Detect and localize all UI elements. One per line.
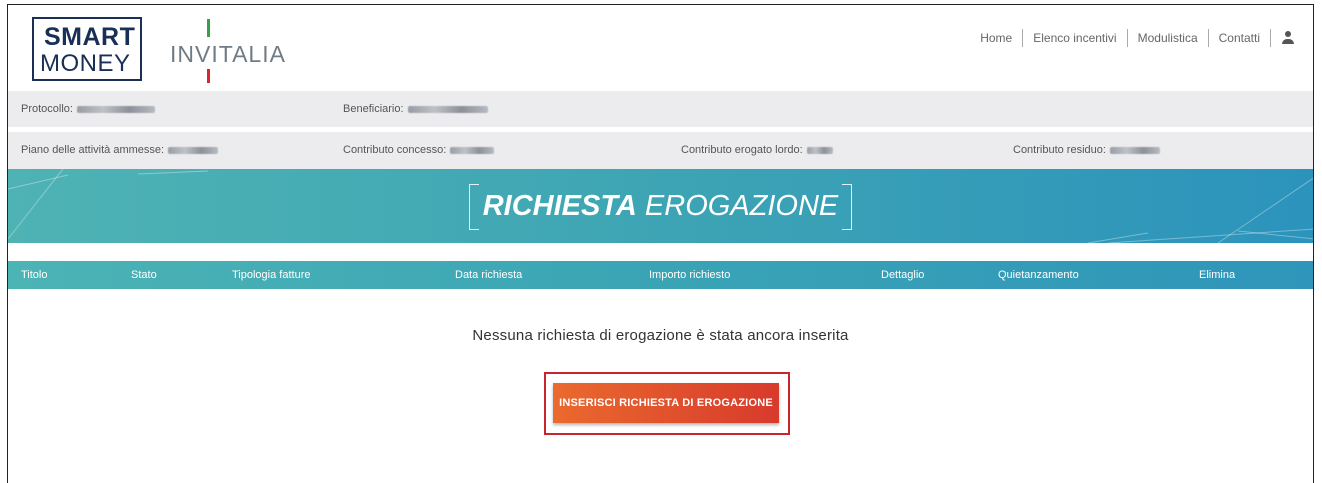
protocollo-label: Protocollo: bbox=[21, 103, 73, 115]
nav-contatti[interactable]: Contatti bbox=[1209, 29, 1270, 47]
user-icon[interactable] bbox=[1281, 31, 1295, 45]
logo-line-1: SMART bbox=[44, 23, 136, 51]
logo-line-2: MONEY bbox=[40, 50, 131, 77]
beneficiario-field: Beneficiario: bbox=[343, 91, 488, 127]
contributo-residuo-field: Contributo residuo: bbox=[1013, 132, 1160, 168]
smart-money-logo[interactable]: SMART MONEY bbox=[32, 17, 142, 81]
contributo-residuo-label: Contributo residuo: bbox=[1013, 144, 1106, 156]
app-window: SMART MONEY INVITALIA Home Elenco incent… bbox=[7, 4, 1314, 483]
column-tipologia-fatture[interactable]: Tipologia fatture bbox=[232, 261, 310, 289]
piano-label: Piano delle attività ammesse: bbox=[21, 144, 165, 156]
column-titolo[interactable]: Titolo bbox=[21, 261, 48, 289]
title-bracket-right bbox=[842, 184, 853, 230]
table-header: Titolo Stato Tipologia fatture Data rich… bbox=[8, 261, 1313, 289]
page-title: RICHIESTA EROGAZIONE bbox=[8, 169, 1313, 243]
title-rest: EROGAZIONE bbox=[644, 190, 839, 222]
empty-state-message: Nessuna richiesta di erogazione è stata … bbox=[472, 327, 849, 344]
protocollo-value-redacted bbox=[76, 105, 155, 113]
nav-elenco-incentivi[interactable]: Elenco incentivi bbox=[1023, 29, 1126, 47]
header: SMART MONEY INVITALIA Home Elenco incent… bbox=[8, 5, 1313, 91]
contributo-concesso-field: Contributo concesso: bbox=[343, 132, 495, 168]
contributo-erogato-value-redacted bbox=[806, 146, 833, 154]
invitalia-logo[interactable]: INVITALIA bbox=[170, 41, 286, 68]
info-row-amounts: Piano delle attività ammesse: Contributo… bbox=[8, 132, 1313, 169]
beneficiario-value-redacted bbox=[407, 105, 488, 113]
contributo-erogato-label: Contributo erogato lordo: bbox=[681, 144, 803, 156]
nav-modulistica[interactable]: Modulistica bbox=[1128, 29, 1208, 47]
title-bracket-left bbox=[468, 184, 479, 230]
contributo-concesso-value-redacted bbox=[450, 146, 495, 154]
piano-value-redacted bbox=[168, 146, 219, 154]
column-stato[interactable]: Stato bbox=[131, 261, 157, 289]
info-row-protocol: Protocollo: Beneficiario: bbox=[8, 91, 1313, 128]
top-nav: Home Elenco incentivi Modulistica Contat… bbox=[970, 29, 1295, 47]
column-data-richiesta[interactable]: Data richiesta bbox=[455, 261, 522, 289]
piano-field: Piano delle attività ammesse: bbox=[21, 132, 219, 168]
insert-request-button[interactable]: INSERISCI RICHIESTA DI EROGAZIONE bbox=[553, 383, 779, 423]
column-quietanzamento[interactable]: Quietanzamento bbox=[998, 261, 1079, 289]
column-elimina[interactable]: Elimina bbox=[1199, 261, 1235, 289]
title-bold: RICHIESTA bbox=[482, 190, 637, 222]
invitalia-logo-accent-green bbox=[207, 19, 210, 37]
contributo-concesso-label: Contributo concesso: bbox=[343, 144, 447, 156]
column-importo-richiesto[interactable]: Importo richiesto bbox=[649, 261, 730, 289]
contributo-residuo-value-redacted bbox=[1109, 146, 1160, 154]
nav-divider bbox=[1270, 29, 1271, 47]
protocollo-field: Protocollo: bbox=[21, 91, 155, 127]
column-dettaglio[interactable]: Dettaglio bbox=[881, 261, 924, 289]
contributo-erogato-field: Contributo erogato lordo: bbox=[681, 132, 833, 168]
beneficiario-label: Beneficiario: bbox=[343, 103, 404, 115]
page-banner: RICHIESTA EROGAZIONE bbox=[8, 169, 1313, 243]
invitalia-logo-accent-red bbox=[207, 69, 210, 83]
nav-home[interactable]: Home bbox=[970, 29, 1022, 47]
